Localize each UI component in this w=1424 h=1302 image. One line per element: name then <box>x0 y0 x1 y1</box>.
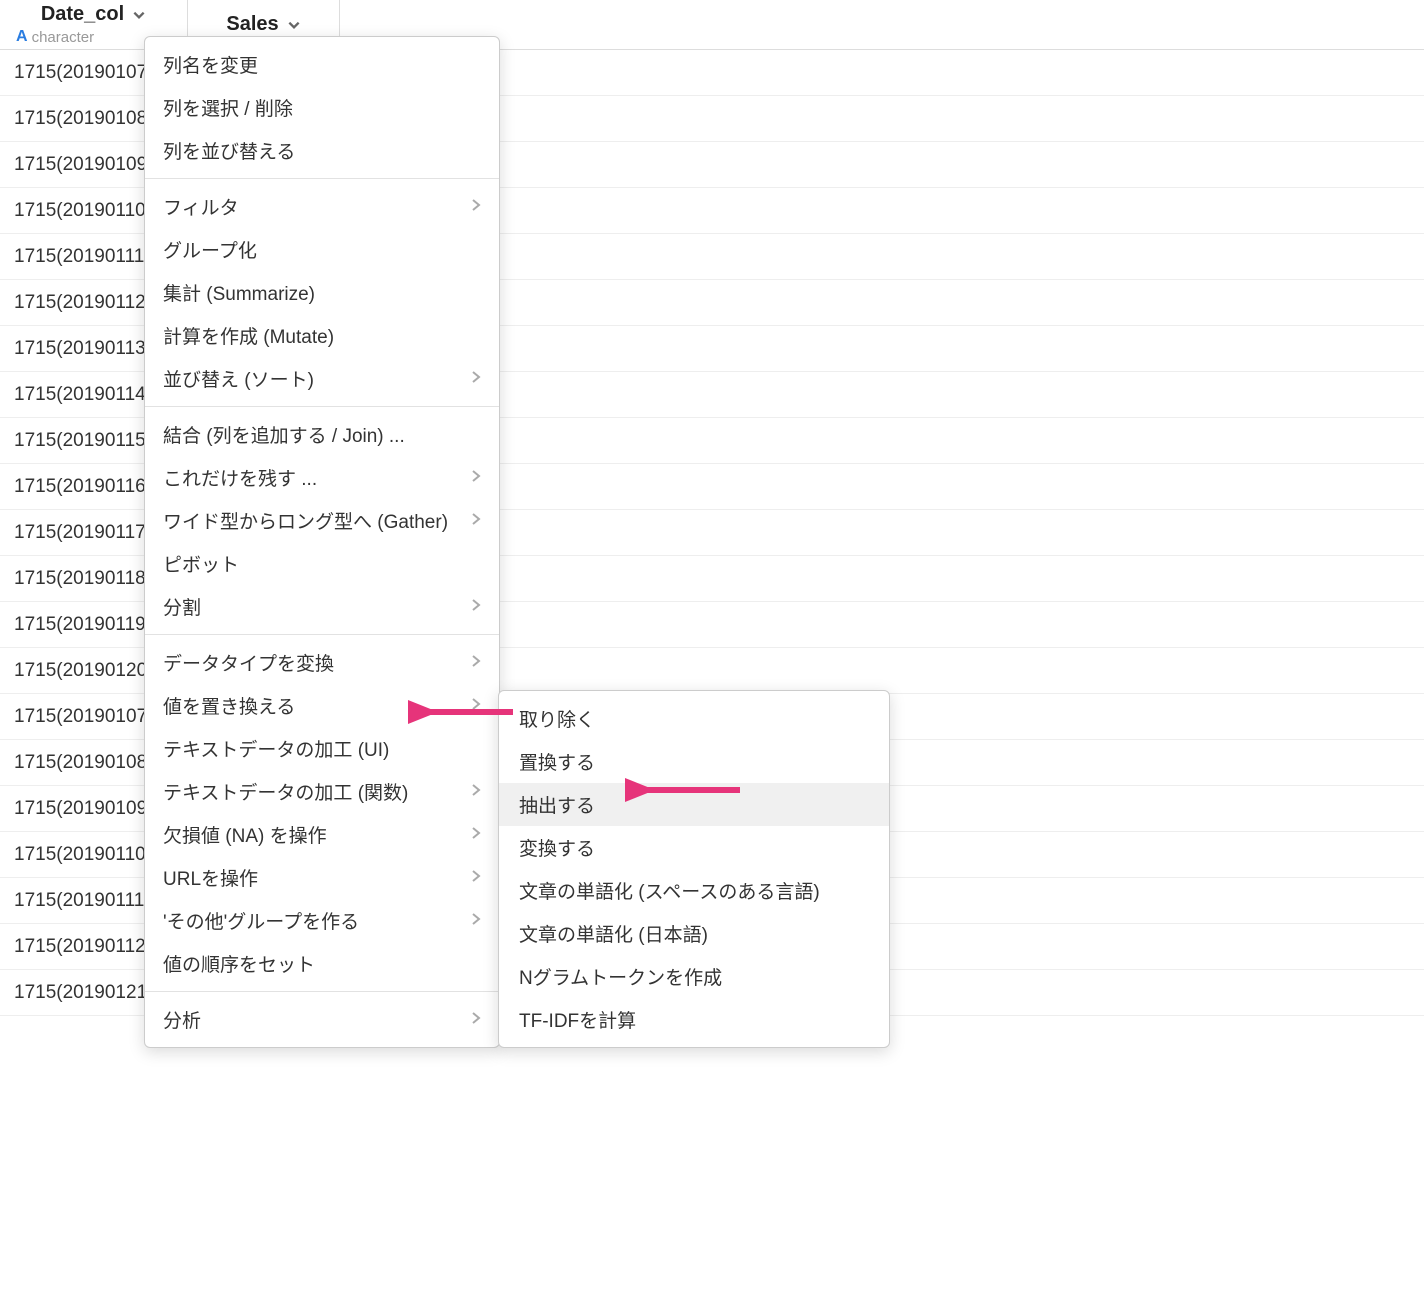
menu-item[interactable]: 分析 <box>145 998 499 1041</box>
menu-divider <box>145 634 499 635</box>
menu-item-label: これだけを残す ... <box>163 464 317 491</box>
column-context-menu: 列名を変更列を選択 / 削除列を並び替えるフィルタグループ化集計 (Summar… <box>144 36 500 1048</box>
submenu-item[interactable]: 取り除く <box>499 697 889 740</box>
chevron-right-icon <box>471 781 481 803</box>
menu-item[interactable]: フィルタ <box>145 185 499 228</box>
submenu-item-label: TF-IDFを計算 <box>519 1006 636 1033</box>
menu-item[interactable]: これだけを残す ... <box>145 456 499 499</box>
menu-item-label: 並び替え (ソート) <box>163 365 314 392</box>
menu-item[interactable]: 計算を作成 (Mutate) <box>145 314 499 357</box>
submenu-item-label: 取り除く <box>519 705 595 732</box>
submenu-item-label: 変換する <box>519 834 595 861</box>
submenu-item-label: Nグラムトークンを作成 <box>519 963 722 990</box>
menu-item-label: 集計 (Summarize) <box>163 279 315 306</box>
submenu-item[interactable]: Nグラムトークンを作成 <box>499 955 889 998</box>
chevron-right-icon <box>471 596 481 618</box>
menu-item-label: ピボット <box>163 550 239 577</box>
menu-item[interactable]: 欠損値 (NA) を操作 <box>145 813 499 856</box>
chevron-right-icon <box>471 196 481 218</box>
menu-item[interactable]: 'その他'グループを作る <box>145 899 499 942</box>
menu-item-label: データタイプを変換 <box>163 649 334 676</box>
menu-item-label: テキストデータの加工 (関数) <box>163 778 408 805</box>
submenu-item-label: 文章の単語化 (日本語) <box>519 920 708 947</box>
submenu-item-label: 置換する <box>519 748 595 775</box>
chevron-right-icon <box>471 467 481 489</box>
menu-divider <box>145 406 499 407</box>
menu-item-label: 欠損値 (NA) を操作 <box>163 821 327 848</box>
menu-item-label: 値の順序をセット <box>163 950 315 977</box>
menu-item-label: グループ化 <box>163 236 257 263</box>
menu-item[interactable]: 分割 <box>145 585 499 628</box>
menu-item[interactable]: 値の順序をセット <box>145 942 499 985</box>
menu-item-label: 分析 <box>163 1006 201 1033</box>
menu-item-label: 'その他'グループを作る <box>163 907 359 934</box>
menu-item-label: フィルタ <box>163 193 239 220</box>
menu-item[interactable]: URLを操作 <box>145 856 499 899</box>
submenu-item[interactable]: 置換する <box>499 740 889 783</box>
menu-item[interactable]: ピボット <box>145 542 499 585</box>
column-type-label: A character <box>8 28 94 46</box>
column-name: Date_col <box>41 3 124 26</box>
menu-item-label: 分割 <box>163 593 201 620</box>
menu-item[interactable]: 列を選択 / 削除 <box>145 86 499 129</box>
menu-item[interactable]: ワイド型からロング型へ (Gather) <box>145 499 499 542</box>
menu-item-label: 計算を作成 (Mutate) <box>163 322 334 349</box>
chevron-right-icon <box>471 368 481 390</box>
chevron-right-icon <box>471 695 481 717</box>
chevron-right-icon <box>471 1009 481 1031</box>
menu-item[interactable]: 並び替え (ソート) <box>145 357 499 400</box>
submenu-item[interactable]: 抽出する <box>499 783 889 826</box>
menu-item[interactable]: 結合 (列を追加する / Join) ... <box>145 413 499 456</box>
menu-item-label: ワイド型からロング型へ (Gather) <box>163 507 448 534</box>
menu-item[interactable]: 値を置き換える <box>145 684 499 727</box>
menu-item-label: URLを操作 <box>163 864 258 891</box>
menu-item-label: 列を選択 / 削除 <box>163 94 293 121</box>
chevron-right-icon <box>471 824 481 846</box>
submenu-item[interactable]: TF-IDFを計算 <box>499 998 889 1041</box>
menu-item[interactable]: データタイプを変換 <box>145 641 499 684</box>
column-name: Sales <box>226 13 278 36</box>
chevron-down-icon[interactable] <box>132 8 146 22</box>
chevron-right-icon <box>471 652 481 674</box>
submenu-item[interactable]: 変換する <box>499 826 889 869</box>
type-icon: A <box>16 28 28 46</box>
submenu-item-label: 抽出する <box>519 791 595 818</box>
menu-item-label: 結合 (列を追加する / Join) ... <box>163 421 405 448</box>
chevron-right-icon <box>471 910 481 932</box>
menu-item[interactable]: テキストデータの加工 (UI) <box>145 727 499 770</box>
submenu-item[interactable]: 文章の単語化 (日本語) <box>499 912 889 955</box>
menu-item-label: 列を並び替える <box>163 137 295 164</box>
text-processing-submenu: 取り除く置換する抽出する変換する文章の単語化 (スペースのある言語) 文章の単語化… <box>498 690 890 1048</box>
menu-item[interactable]: 列を並び替える <box>145 129 499 172</box>
menu-divider <box>145 991 499 992</box>
menu-item[interactable]: 列名を変更 <box>145 43 499 86</box>
menu-divider <box>145 178 499 179</box>
menu-item-label: 値を置き換える <box>163 692 295 719</box>
submenu-item[interactable]: 文章の単語化 (スペースのある言語) <box>499 869 889 912</box>
menu-item[interactable]: グループ化 <box>145 228 499 271</box>
chevron-right-icon <box>471 510 481 532</box>
chevron-down-icon[interactable] <box>287 18 301 32</box>
menu-item[interactable]: 集計 (Summarize) <box>145 271 499 314</box>
submenu-item-label: 文章の単語化 (スペースのある言語) <box>519 877 820 904</box>
menu-item-label: 列名を変更 <box>163 51 258 78</box>
menu-item[interactable]: テキストデータの加工 (関数) <box>145 770 499 813</box>
menu-item-label: テキストデータの加工 (UI) <box>163 735 389 762</box>
chevron-right-icon <box>471 867 481 889</box>
